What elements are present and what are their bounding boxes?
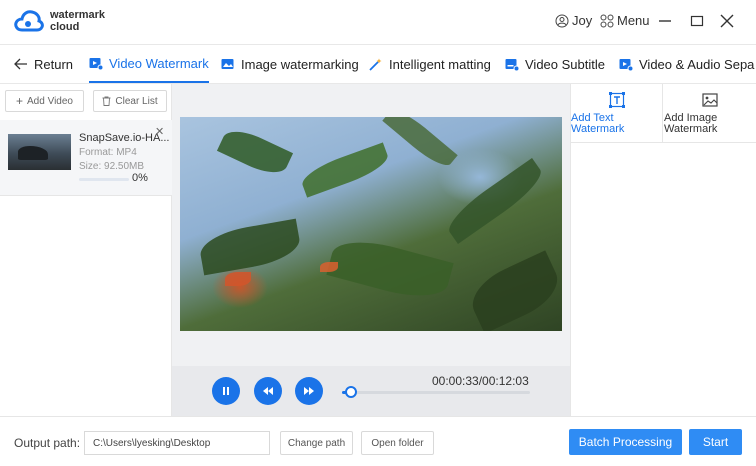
- video-thumbnail: [8, 134, 71, 170]
- add-image-watermark-button[interactable]: Add Image Watermark: [664, 84, 756, 142]
- tab-intelligent-matting[interactable]: Intelligent matting: [369, 45, 491, 83]
- close-icon: [720, 14, 734, 28]
- tool-divider: [662, 84, 663, 142]
- user-account[interactable]: Joy: [555, 13, 592, 28]
- file-size: Size: 92.50MB: [79, 161, 145, 172]
- tab-label: Intelligent matting: [389, 56, 491, 72]
- time-display: 00:00:33/00:12:03: [432, 374, 529, 388]
- audio-separate-icon: [619, 58, 633, 71]
- clear-list-label: Clear List: [115, 95, 158, 107]
- return-button[interactable]: Return: [14, 45, 73, 83]
- rewind-icon: [263, 387, 273, 395]
- seek-bar[interactable]: [342, 391, 530, 394]
- tab-label: Video Subtitle: [525, 56, 605, 72]
- app-logo-text: watermark cloud: [50, 9, 105, 33]
- tab-label: Video Watermark: [109, 55, 209, 71]
- trash-icon: [102, 96, 111, 106]
- pause-button[interactable]: [212, 377, 240, 405]
- plus-icon: +: [16, 94, 24, 108]
- top-nav: Return Video Watermark Image watermarkin…: [0, 44, 756, 84]
- tab-label: Video & Audio Sepa: [639, 56, 755, 72]
- return-label: Return: [34, 56, 74, 72]
- cloud-logo-icon: [14, 10, 44, 32]
- user-name: Joy: [572, 13, 593, 28]
- user-icon: [555, 14, 569, 27]
- arrow-left-icon: [14, 58, 27, 70]
- menu-label: Menu: [617, 13, 650, 28]
- add-text-watermark-button[interactable]: Add Text Watermark: [571, 84, 663, 142]
- tool-label: Add Image Watermark: [664, 113, 754, 135]
- text-box-icon: [609, 92, 625, 108]
- player-controls: 00:00:33/00:12:03: [172, 366, 570, 416]
- output-path-label: Output path:: [14, 436, 81, 450]
- batch-processing-button[interactable]: Batch Processing: [569, 429, 682, 455]
- clear-list-button[interactable]: Clear List: [93, 90, 167, 112]
- tool-label: Add Text Watermark: [571, 113, 661, 135]
- maximize-icon: [690, 15, 704, 27]
- file-format: Format: MP4: [79, 147, 137, 158]
- footer-bar: Output path: C:\Users\lyesking\Desktop C…: [0, 416, 756, 466]
- close-window-button[interactable]: [717, 11, 737, 31]
- tab-video-watermark[interactable]: Video Watermark: [89, 45, 209, 83]
- maximize-button[interactable]: [687, 11, 707, 31]
- open-folder-button[interactable]: Open folder: [361, 431, 434, 455]
- grid-icon: [600, 14, 614, 27]
- video-watermark-icon: [89, 57, 103, 70]
- foliage: [197, 218, 303, 276]
- rewind-button[interactable]: [254, 377, 282, 405]
- seek-handle[interactable]: [344, 386, 357, 398]
- foliage: [298, 142, 392, 198]
- menu-button[interactable]: Menu: [600, 13, 650, 28]
- output-path-field[interactable]: C:\Users\lyesking\Desktop: [84, 431, 270, 455]
- logo-line-1: watermark: [50, 9, 106, 21]
- tab-video-subtitle[interactable]: Video Subtitle: [505, 45, 605, 83]
- foliage: [441, 157, 549, 245]
- tool-label-line2: Watermark: [571, 123, 625, 135]
- minimize-icon: [659, 20, 671, 22]
- add-video-button[interactable]: + Add Video: [5, 90, 84, 112]
- change-path-button[interactable]: Change path: [280, 431, 353, 455]
- logo-line-2: cloud: [50, 21, 80, 33]
- magic-wand-icon: [369, 58, 382, 71]
- tab-label: Image watermarking: [241, 56, 359, 72]
- file-progress-bar: [79, 178, 129, 181]
- red-leaf: [225, 272, 251, 286]
- file-progress-text: 0%: [132, 172, 148, 184]
- pause-icon: [223, 387, 229, 395]
- watermark-tools-panel: Add Text Watermark Add Image Watermark: [570, 84, 756, 416]
- list-item[interactable]: SnapSave.io-HA... Format: MP4 Size: 92.5…: [0, 120, 172, 196]
- red-leaf: [320, 262, 338, 272]
- subtitle-icon: [505, 58, 519, 71]
- foliage: [326, 232, 454, 306]
- divider: [571, 142, 756, 143]
- start-button[interactable]: Start: [689, 429, 742, 455]
- title-bar: watermark cloud Joy Menu: [0, 0, 756, 44]
- minimize-button[interactable]: [655, 11, 675, 31]
- image-icon: [702, 93, 718, 107]
- video-preview[interactable]: [180, 117, 562, 331]
- tab-video-audio-separation[interactable]: Video & Audio Sepa: [619, 45, 754, 83]
- remove-file-icon[interactable]: ✕: [155, 125, 164, 138]
- foliage: [463, 250, 562, 331]
- tool-label-line2: Watermark: [664, 123, 718, 135]
- image-watermark-icon: [221, 58, 234, 69]
- file-list-panel: + Add Video Clear List SnapSave.io-HA...…: [0, 84, 172, 416]
- tab-image-watermarking[interactable]: Image watermarking: [221, 45, 359, 83]
- video-player-area: 00:00:33/00:12:03: [172, 84, 570, 416]
- foliage: [382, 117, 458, 173]
- add-video-label: Add Video: [27, 95, 73, 107]
- fast-forward-button[interactable]: [295, 377, 323, 405]
- fast-forward-icon: [304, 387, 314, 395]
- foliage: [216, 123, 294, 181]
